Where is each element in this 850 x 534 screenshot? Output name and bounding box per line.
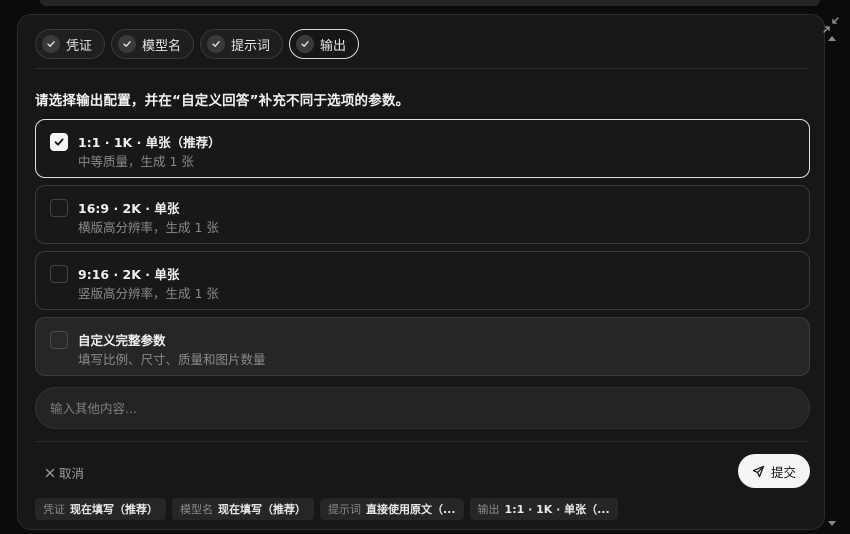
submit-button[interactable]: 提交 (738, 454, 810, 488)
scroll-down-arrow-icon[interactable] (828, 521, 836, 526)
cancel-label: 取消 (59, 466, 85, 481)
chip-value: 现在填写（推荐） (218, 503, 306, 516)
close-icon (45, 468, 55, 477)
option-1-1-1k[interactable]: 1:1 · 1K · 单张（推荐） 中等质量，生成 1 张 (35, 119, 810, 178)
option-checkbox[interactable] (50, 265, 68, 283)
option-custom-params[interactable]: 自定义完整参数 填写比例、尺寸、质量和图片数量 (35, 317, 810, 376)
background-window-strip (40, 0, 820, 6)
tab-label: 凭证 (66, 38, 93, 54)
check-circle-icon (207, 35, 226, 53)
chip-value: 1:1 · 1K · 单张（... (504, 503, 610, 516)
summary-chip: 输出 1:1 · 1K · 单张（... (469, 498, 618, 520)
divider (35, 68, 809, 69)
divider (35, 441, 809, 442)
question-panel: 凭证 模型名 提示词 输出 请选择输出配置，并在“自定义回答”补充不同于选项的参… (17, 14, 825, 530)
chip-value: 现在填写（推荐） (70, 503, 158, 516)
option-checkbox[interactable] (50, 133, 68, 151)
summary-chip: 模型名 现在填写（推荐） (172, 498, 314, 520)
scroll-up-arrow-icon[interactable] (828, 36, 836, 41)
option-subtitle: 中等质量，生成 1 张 (78, 154, 194, 169)
other-content-input[interactable] (35, 387, 810, 429)
check-circle-icon (296, 35, 315, 53)
option-subtitle: 横版高分辨率，生成 1 张 (78, 220, 219, 235)
chip-key: 提示词 (328, 503, 361, 516)
summary-chip: 提示词 直接使用原文（... (320, 498, 464, 520)
answer-summary: 凭证 现在填写（推荐） 模型名 现在填写（推荐） 提示词 直接使用原文（... … (35, 498, 618, 520)
check-circle-icon (118, 35, 137, 53)
chip-value: 直接使用原文（... (366, 503, 456, 516)
option-checkbox[interactable] (50, 199, 68, 217)
option-title: 1:1 · 1K · 单张（推荐） (78, 135, 221, 150)
tab-output[interactable]: 输出 (289, 29, 360, 59)
summary-chip: 凭证 现在填写（推荐） (35, 498, 166, 520)
option-subtitle: 填写比例、尺寸、质量和图片数量 (78, 352, 266, 367)
chip-key: 输出 (477, 503, 500, 516)
tab-credential[interactable]: 凭证 (35, 29, 106, 59)
submit-label: 提交 (770, 464, 796, 480)
tab-prompt[interactable]: 提示词 (200, 29, 284, 59)
send-icon (752, 465, 765, 477)
option-subtitle: 竖版高分辨率，生成 1 张 (78, 286, 219, 301)
step-tabs: 凭证 模型名 提示词 输出 (35, 29, 360, 59)
option-checkbox[interactable] (50, 331, 68, 349)
tab-model-name[interactable]: 模型名 (111, 29, 195, 59)
chip-key: 模型名 (180, 503, 213, 516)
checkmark-icon (54, 138, 64, 146)
question-text: 请选择输出配置，并在“自定义回答”补充不同于选项的参数。 (35, 93, 410, 109)
collapse-icon[interactable] (822, 16, 840, 34)
scrollbar[interactable] (828, 36, 836, 526)
chip-key: 凭证 (43, 503, 65, 516)
tab-label: 模型名 (142, 38, 182, 54)
cancel-button[interactable]: 取消 (45, 463, 84, 482)
tab-label: 提示词 (231, 38, 271, 54)
option-title: 自定义完整参数 (78, 333, 166, 348)
option-title: 9:16 · 2K · 单张 (78, 267, 180, 282)
tab-label: 输出 (320, 38, 347, 54)
option-16-9-2k[interactable]: 16:9 · 2K · 单张 横版高分辨率，生成 1 张 (35, 185, 810, 244)
check-circle-icon (42, 35, 60, 53)
option-title: 16:9 · 2K · 单张 (78, 201, 180, 216)
option-9-16-2k[interactable]: 9:16 · 2K · 单张 竖版高分辨率，生成 1 张 (35, 251, 810, 310)
